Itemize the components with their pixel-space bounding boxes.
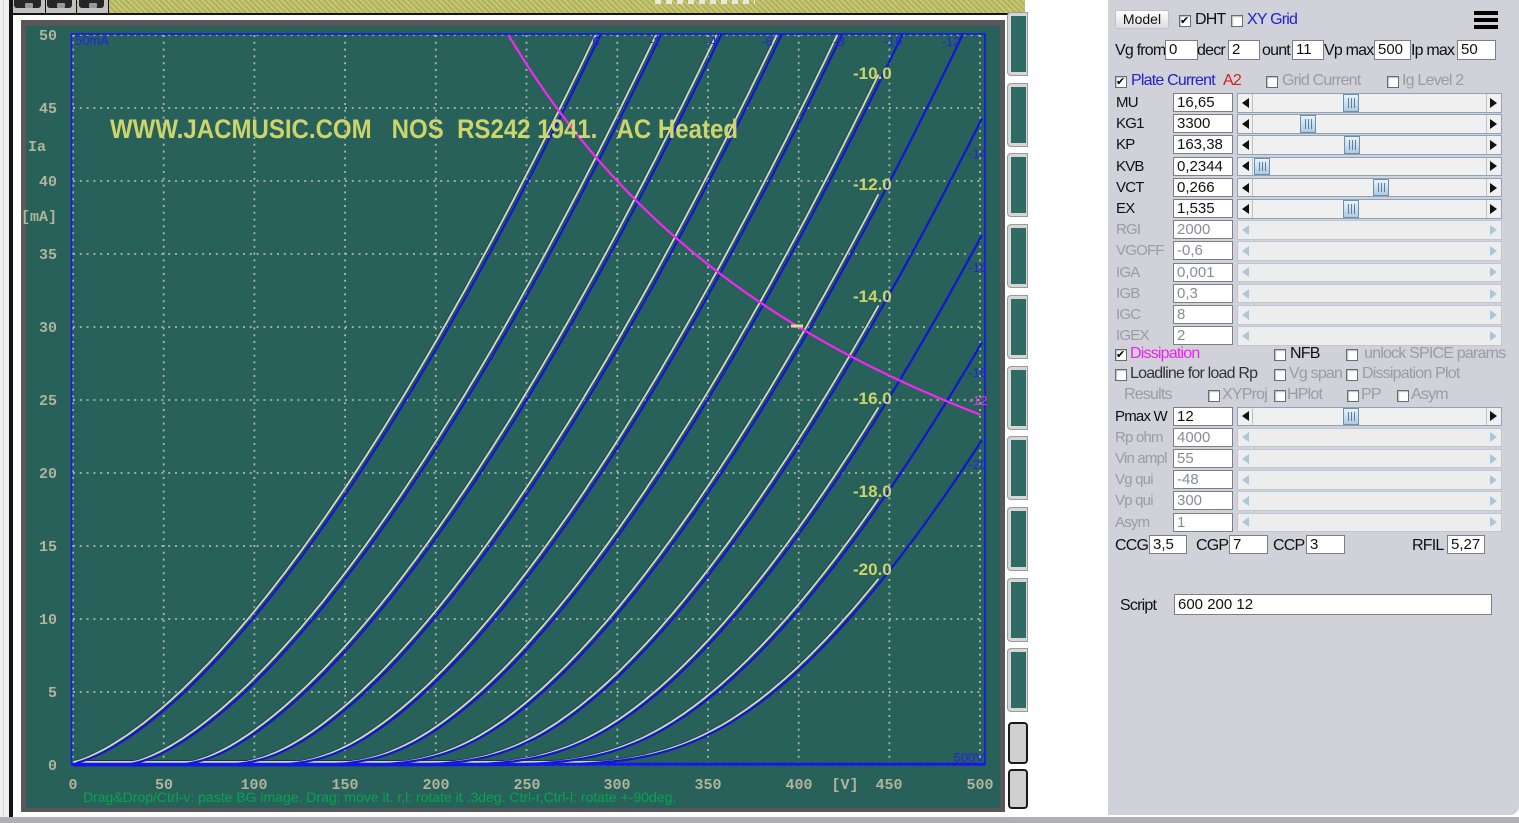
- svg-text:[mA]: [mA]: [21, 209, 57, 226]
- svg-text:40: 40: [39, 174, 57, 191]
- svg-text:30: 30: [39, 320, 57, 337]
- svg-text:-10: -10: [884, 34, 903, 49]
- svg-text:50: 50: [39, 28, 57, 45]
- svg-text:-20: -20: [968, 457, 987, 472]
- svg-text:350: 350: [694, 777, 721, 794]
- svg-text:-2: -2: [649, 34, 661, 49]
- svg-text:-8: -8: [833, 34, 845, 49]
- svg-text:15: 15: [39, 539, 57, 556]
- svg-text:0: 0: [48, 758, 57, 775]
- svg-text:Drag&Drop/Ctrl-v: paste BG ima: Drag&Drop/Ctrl-v: paste BG image. Drag: …: [83, 789, 676, 805]
- svg-text:20: 20: [39, 466, 57, 483]
- svg-text:0: 0: [592, 34, 599, 49]
- svg-text:5: 5: [48, 685, 57, 702]
- svg-text:WWW.JACMUSIC.COM NOS RS242: WWW.JACMUSIC.COM NOS RS242 1941. AC Heat…: [110, 114, 738, 144]
- svg-text:-6: -6: [761, 34, 773, 49]
- svg-text:Ia: Ia: [28, 139, 46, 156]
- svg-text:-14: -14: [968, 146, 987, 161]
- svg-text:-16: -16: [968, 260, 987, 275]
- svg-text:-16.0: -16.0: [853, 389, 892, 408]
- svg-text:-18: -18: [968, 365, 987, 380]
- svg-text:-10.0: -10.0: [853, 64, 892, 83]
- svg-text:-12.0: -12.0: [853, 175, 892, 194]
- svg-text:0: 0: [68, 777, 77, 794]
- svg-text:400: 400: [785, 777, 812, 794]
- svg-text:[V]: [V]: [831, 777, 858, 794]
- svg-text:500: 500: [966, 777, 993, 794]
- svg-text:-18.0: -18.0: [853, 482, 892, 501]
- svg-text:50mA: 50mA: [75, 33, 109, 48]
- svg-text:45: 45: [39, 101, 57, 118]
- svg-text:500V: 500V: [954, 750, 985, 765]
- svg-text:-12: -12: [942, 34, 961, 49]
- svg-text:25: 25: [39, 393, 57, 410]
- svg-text:35: 35: [39, 247, 57, 264]
- svg-text:450: 450: [875, 777, 902, 794]
- svg-text:-14.0: -14.0: [853, 287, 892, 306]
- svg-text:-12: -12: [969, 393, 988, 408]
- svg-text:-20.0: -20.0: [853, 560, 892, 579]
- svg-text:-4: -4: [705, 34, 717, 49]
- svg-text:10: 10: [39, 612, 57, 629]
